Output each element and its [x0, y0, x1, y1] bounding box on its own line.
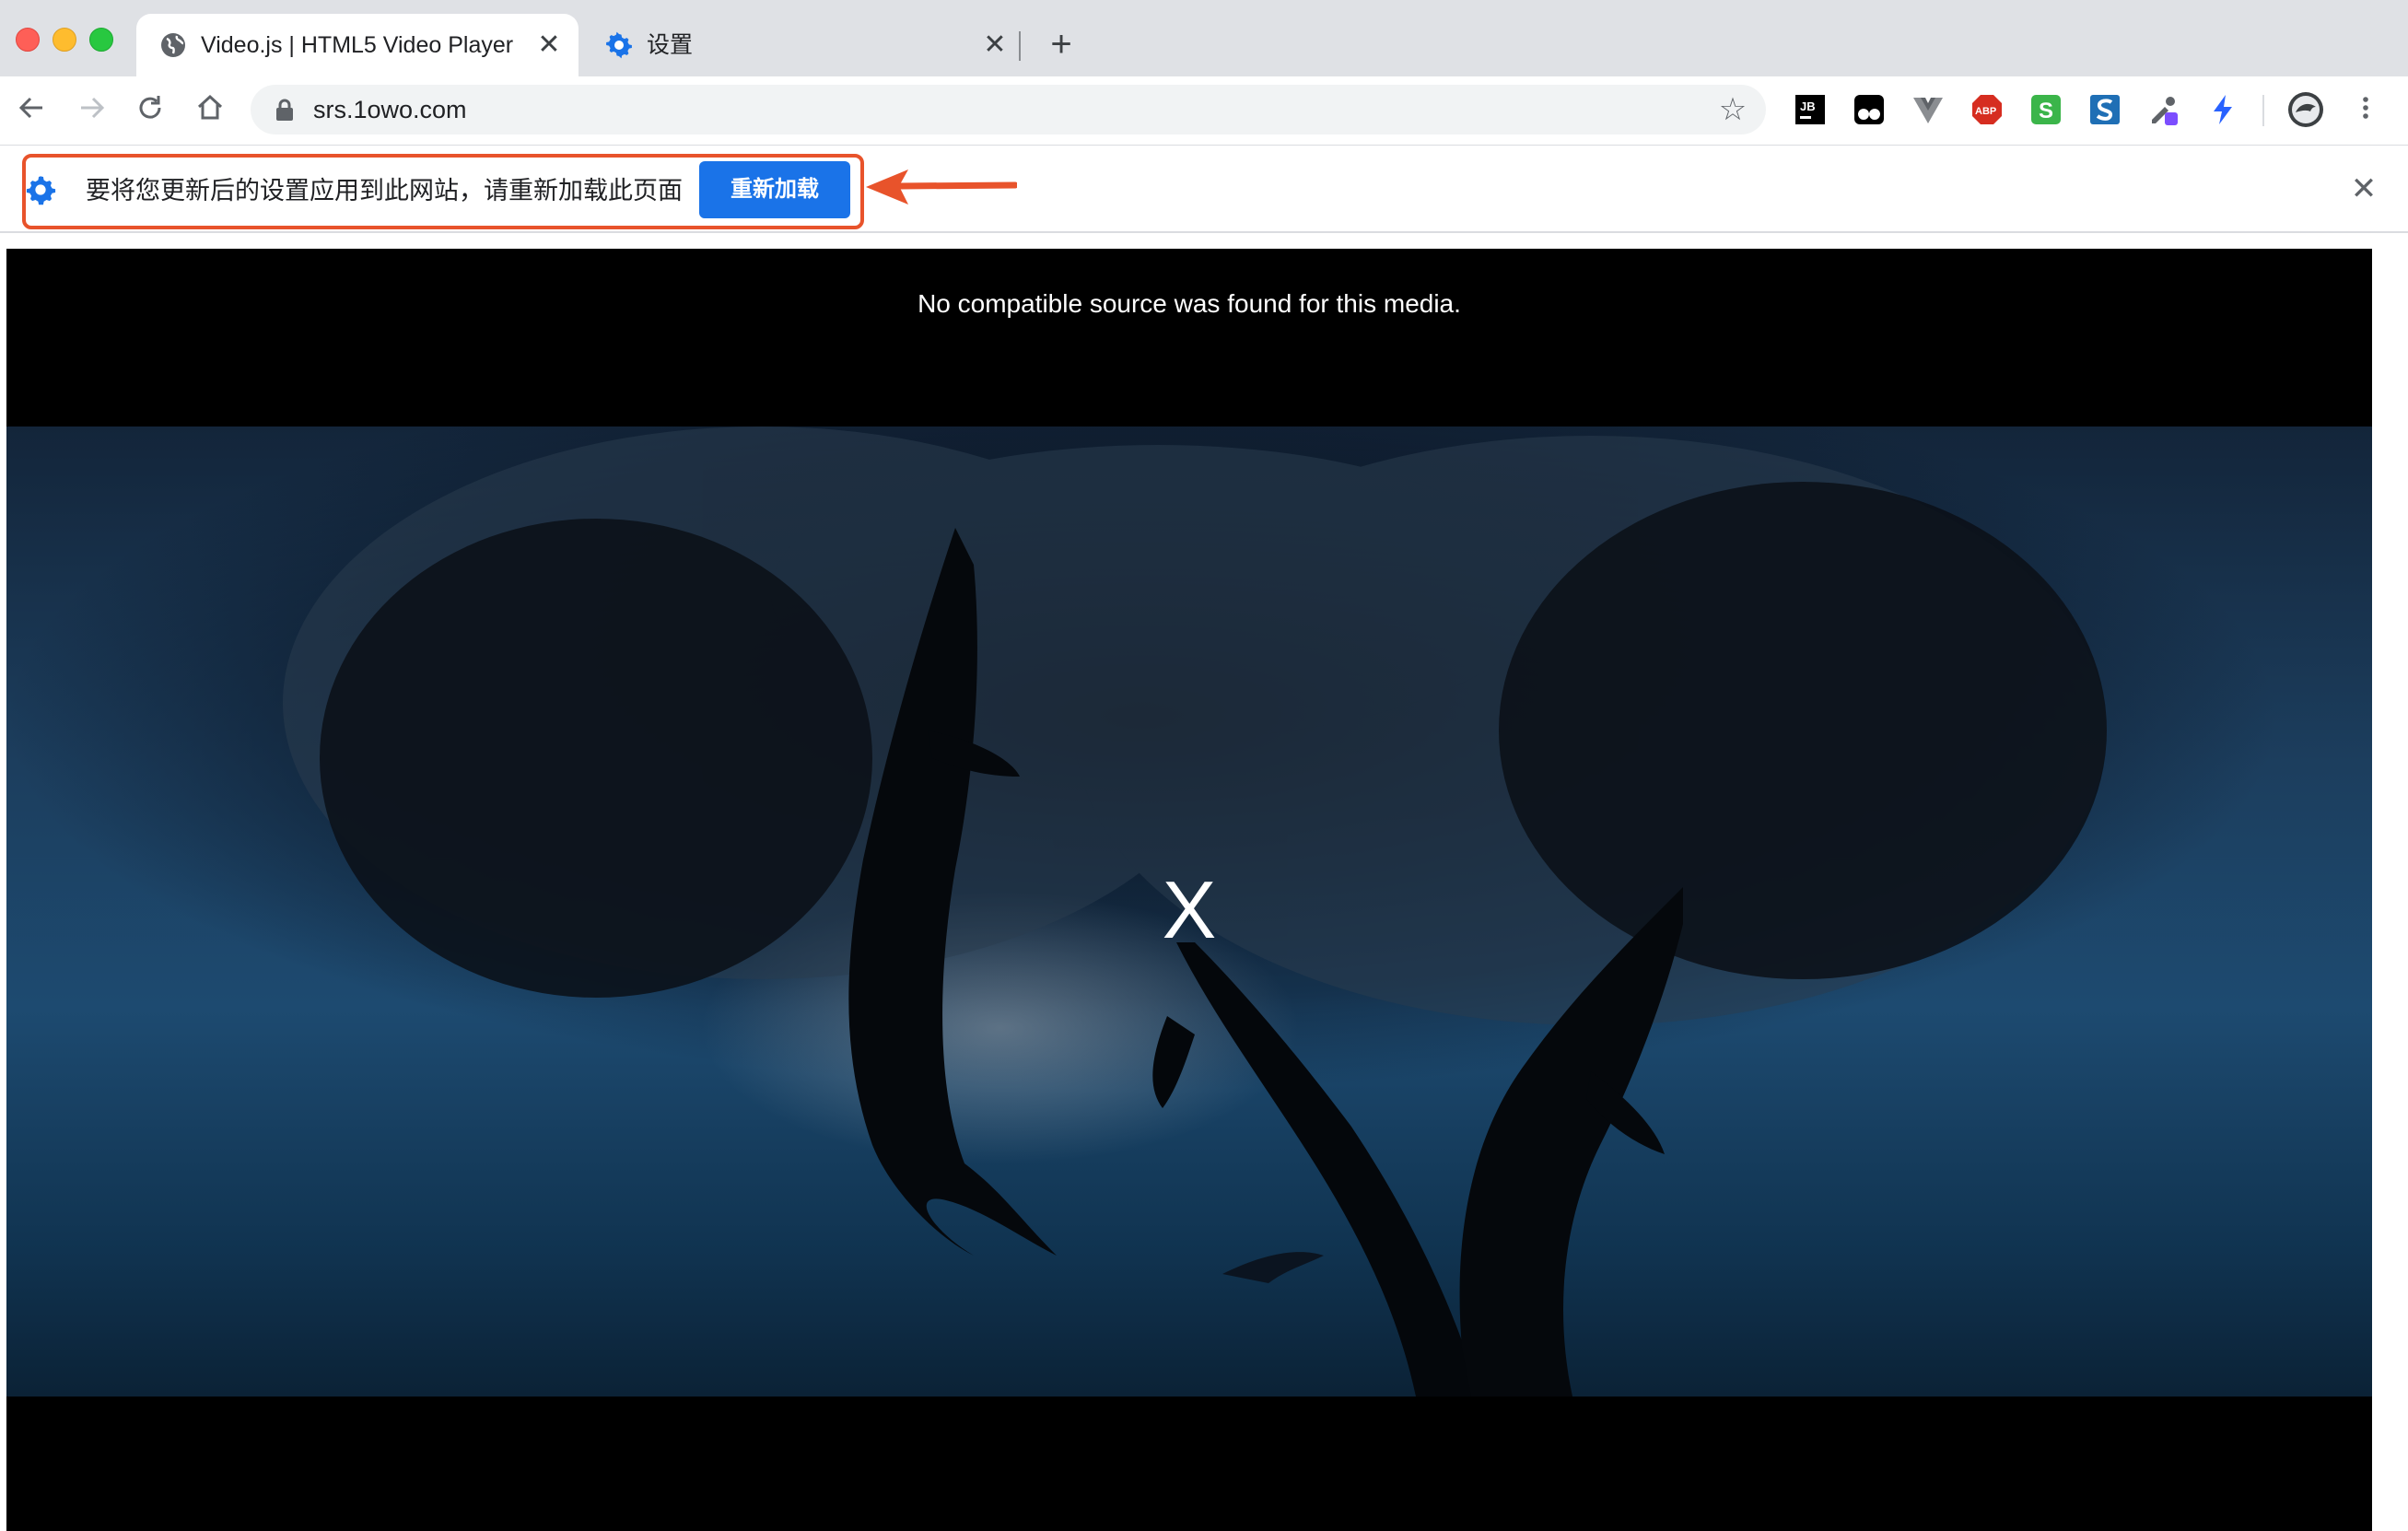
tab-videojs[interactable]: Video.js | HTML5 Video Player ✕: [136, 14, 579, 76]
close-window-button[interactable]: [16, 28, 40, 52]
tab-strip: Video.js | HTML5 Video Player ✕ 设置 ✕ +: [0, 0, 2408, 76]
close-tab-icon[interactable]: ✕: [534, 30, 564, 60]
error-message: No compatible source was found for this …: [918, 289, 1461, 318]
reload-icon: [139, 96, 161, 119]
new-tab-button[interactable]: +: [1043, 26, 1080, 64]
bookmark-star-icon[interactable]: ☆: [1716, 93, 1749, 126]
home-icon: [197, 94, 223, 120]
home-button[interactable]: [192, 91, 228, 128]
forward-button[interactable]: [74, 91, 111, 128]
s-blue-extension-icon[interactable]: [2087, 92, 2122, 127]
globe-icon: [161, 33, 185, 57]
video-player[interactable]: No compatible source was found for this …: [6, 249, 2372, 1531]
annotation-arrow-icon: [866, 169, 1017, 205]
maximize-window-button[interactable]: [89, 28, 113, 52]
minimize-window-button[interactable]: [53, 28, 76, 52]
close-tab-icon[interactable]: ✕: [980, 30, 1010, 60]
eyedropper-icon[interactable]: [2146, 92, 2181, 127]
video-poster: X: [6, 427, 2372, 1397]
adblock-plus-icon[interactable]: ABP: [1970, 92, 2005, 127]
close-infobar-icon[interactable]: ✕: [2347, 172, 2380, 205]
annotation-highlight-box: [22, 154, 864, 229]
s-extension-icon[interactable]: S: [2028, 92, 2063, 127]
toolbar: srs.1owo.com ☆ JB ABP S: [0, 76, 2408, 145]
jetbrains-icon[interactable]: JB: [1793, 92, 1828, 127]
vue-devtools-icon[interactable]: [1911, 92, 1946, 127]
more-vertical-icon: [2363, 97, 2368, 119]
tab-settings[interactable]: 设置 ✕: [582, 14, 1024, 76]
lock-icon[interactable]: [275, 98, 295, 122]
lightning-icon[interactable]: [2205, 92, 2240, 127]
avatar-icon[interactable]: [2286, 90, 2325, 129]
menu-button[interactable]: [2347, 91, 2384, 128]
gear-icon: [606, 31, 632, 59]
svg-text:JB: JB: [1800, 99, 1816, 113]
svg-text:ABP: ABP: [1975, 106, 1996, 117]
tab-title: 设置: [647, 32, 694, 58]
tab-title: Video.js | HTML5 Video Player: [201, 32, 514, 58]
back-button[interactable]: [13, 91, 50, 128]
address-bar[interactable]: srs.1owo.com ☆: [251, 85, 1766, 134]
reload-button[interactable]: [132, 91, 169, 128]
url-text[interactable]: srs.1owo.com: [313, 93, 467, 126]
svg-text:S: S: [2039, 99, 2053, 123]
arrow-left-icon: [18, 97, 42, 119]
toolbar-divider: [2262, 95, 2264, 126]
tab-separator: [1019, 31, 1021, 61]
error-x-icon: X: [1162, 864, 1217, 955]
tampermonkey-icon[interactable]: [1852, 92, 1887, 127]
arrow-right-icon: [81, 97, 105, 119]
